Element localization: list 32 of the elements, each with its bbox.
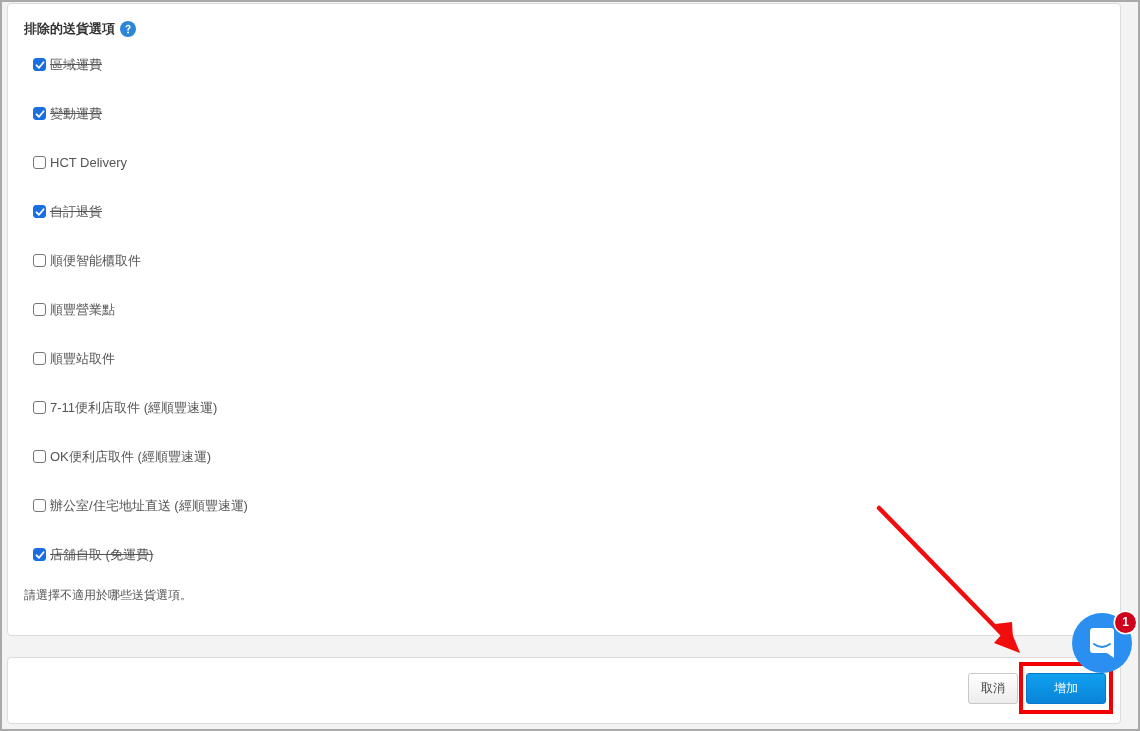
checkbox[interactable]: [33, 156, 46, 169]
checkbox[interactable]: [33, 205, 46, 218]
checkbox[interactable]: [33, 303, 46, 316]
section-title: 排除的送貨選項: [24, 20, 115, 38]
check-icon: [34, 549, 45, 560]
notification-badge: 1: [1115, 612, 1136, 633]
checkbox[interactable]: [33, 352, 46, 365]
cancel-button[interactable]: 取消: [968, 673, 1018, 704]
check-icon: [34, 108, 45, 119]
option-label[interactable]: OK便利店取件 (經順豐速運): [50, 447, 212, 466]
option-label[interactable]: 順豐站取件: [50, 349, 115, 368]
option-label[interactable]: 自訂退貨: [50, 202, 102, 221]
option-label[interactable]: 順豐營業點: [50, 300, 115, 319]
checkbox[interactable]: [33, 450, 46, 463]
check-icon: [34, 59, 45, 70]
option-label[interactable]: 店舖自取 (免運費): [50, 545, 154, 564]
checkbox[interactable]: [33, 499, 46, 512]
checkbox[interactable]: [33, 401, 46, 414]
help-icon[interactable]: [120, 21, 136, 37]
option-label[interactable]: 辦公室/住宅地址直送 (經順豐速運): [50, 496, 248, 515]
help-text: 請選擇不適用於哪些送貨選項。: [24, 587, 193, 604]
option-label[interactable]: 順便智能櫃取件: [50, 251, 141, 270]
option-label[interactable]: 變動運費: [50, 104, 102, 123]
option-label[interactable]: HCT Delivery: [50, 153, 128, 172]
chat-bubble-icon[interactable]: [1072, 613, 1132, 673]
option-label[interactable]: 7-11便利店取件 (經順豐速運): [50, 398, 218, 417]
checkbox[interactable]: [33, 254, 46, 267]
checkbox[interactable]: [33, 107, 46, 120]
checkbox[interactable]: [33, 58, 46, 71]
check-icon: [34, 206, 45, 217]
checkbox[interactable]: [33, 548, 46, 561]
option-label[interactable]: 區域運費: [50, 55, 102, 74]
